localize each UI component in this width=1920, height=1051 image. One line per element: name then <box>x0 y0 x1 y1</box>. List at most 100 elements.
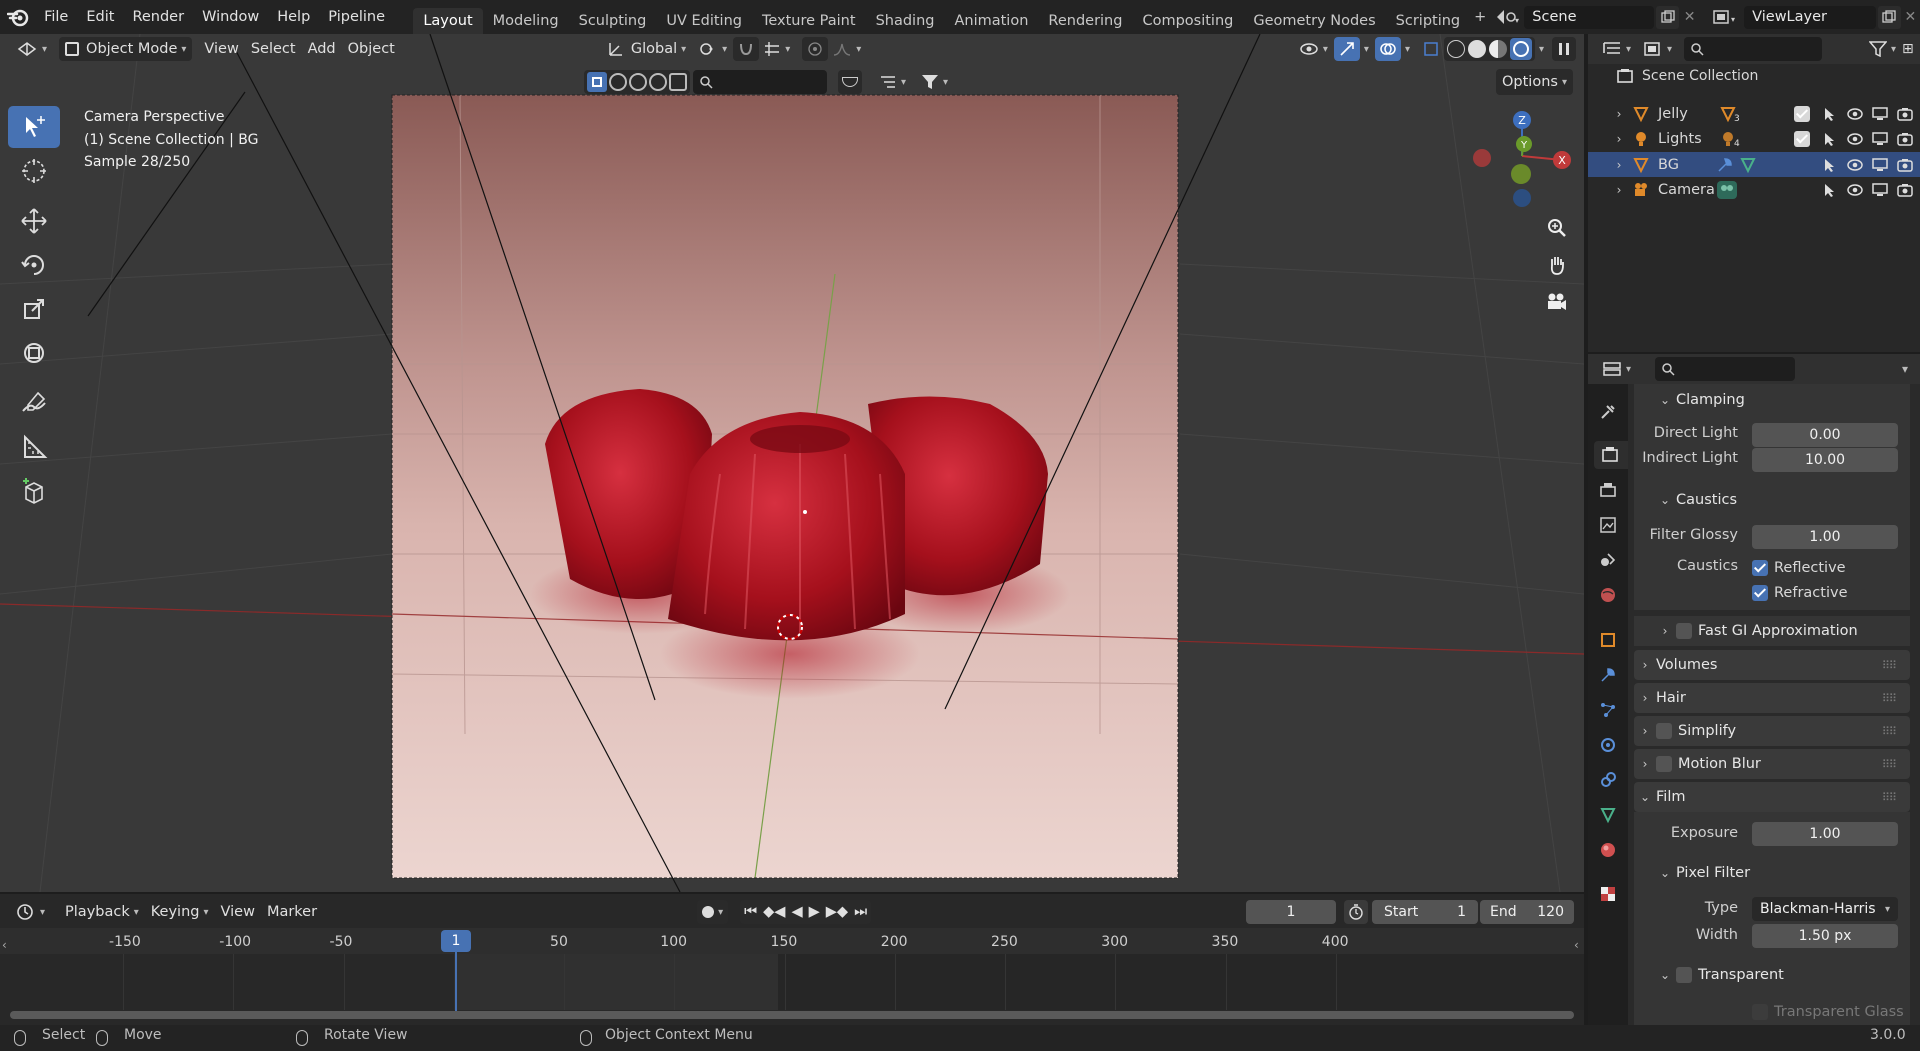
xray-toggle-icon[interactable] <box>1418 37 1444 61</box>
properties-editor-type-dropdown[interactable]: ▾ <box>1596 357 1637 381</box>
drag-handle-icon[interactable]: ⠿⠿ <box>1882 692 1897 705</box>
material-shading-icon[interactable] <box>1488 40 1507 58</box>
snap-target-icon[interactable]: ▾ <box>759 37 794 61</box>
film-panel-header[interactable]: ⌄ Film ⠿⠿ <box>1634 782 1910 812</box>
camera-view-icon[interactable] <box>1540 285 1574 319</box>
drag-handle-icon[interactable]: ⠿⠿ <box>1882 659 1897 672</box>
transform-orientation-dropdown[interactable]: Global ▾ <box>601 37 692 61</box>
rendered-shading-icon[interactable] <box>1509 38 1532 60</box>
transparent-subpanel-header[interactable]: ⌄ Transparent <box>1654 964 1784 986</box>
eye-icon[interactable] <box>1845 183 1865 197</box>
annotate-tool[interactable] <box>8 382 60 424</box>
falloff-icon[interactable]: ▾ <box>828 37 865 61</box>
menu-render[interactable]: Render <box>123 9 193 25</box>
tab-texture-paint[interactable]: Texture Paint <box>752 8 866 34</box>
tool-tab-icon[interactable] <box>1594 398 1622 426</box>
new-view-layer-icon[interactable] <box>1877 5 1901 29</box>
next-keyframe-icon[interactable]: ▶◆ <box>826 904 848 920</box>
drag-handle-icon[interactable]: ⠿⠿ <box>1882 725 1897 738</box>
frame-start-field[interactable]: Start 1 <box>1372 900 1478 924</box>
timeline-menu-marker[interactable]: Marker <box>261 900 323 924</box>
zoom-view-icon[interactable] <box>1540 211 1574 245</box>
select-arrow-icon[interactable] <box>1820 106 1840 122</box>
timeline-menu-view[interactable]: View <box>215 900 261 924</box>
display-mode-dropdown[interactable]: ▾ <box>1637 37 1678 61</box>
scene-collection-row[interactable]: Scene Collection <box>1616 68 1758 84</box>
data-tab-icon[interactable] <box>1594 801 1622 829</box>
filter-width-field[interactable]: 1.50 px <box>1752 924 1898 948</box>
view-layer-tab-icon[interactable] <box>1594 511 1622 539</box>
outliner-row-bg[interactable]: › BG <box>1588 152 1920 177</box>
transparent-checkbox[interactable] <box>1676 967 1692 983</box>
motion-blur-panel-header[interactable]: › Motion Blur ⠿⠿ <box>1634 749 1910 779</box>
scale-tool[interactable] <box>8 288 60 330</box>
outliner-editor-type-dropdown[interactable]: ▾ <box>1596 37 1637 61</box>
funnel-filter-icon[interactable]: ▾ <box>915 70 954 94</box>
material-tab-icon[interactable] <box>1594 836 1622 864</box>
snap-toggle-icon[interactable] <box>733 37 760 61</box>
eye-icon[interactable] <box>1845 107 1865 121</box>
simplify-panel-header[interactable]: › Simplify ⠿⠿ <box>1634 716 1910 746</box>
select-arrow-icon[interactable] <box>1820 182 1840 198</box>
monitor-icon[interactable] <box>1870 132 1890 146</box>
timeline-menu-keying[interactable]: Keying ▾ <box>145 900 215 924</box>
transform-tool[interactable] <box>8 332 60 374</box>
tab-compositing[interactable]: Compositing <box>1132 8 1243 34</box>
transparent-glass-checkbox[interactable]: Transparent Glass <box>1752 1002 1904 1022</box>
reflective-checkbox[interactable]: Reflective <box>1752 558 1846 578</box>
fast-gi-subpanel-header[interactable]: › Fast GI Approximation <box>1654 620 1858 642</box>
blender-logo-icon[interactable] <box>0 7 35 27</box>
properties-search-field[interactable] <box>1655 357 1796 381</box>
viewport-search-field[interactable] <box>693 70 827 94</box>
modifier-tab-icon[interactable] <box>1594 661 1622 689</box>
pixel-filter-subpanel-header[interactable]: ⌄ Pixel Filter <box>1654 862 1750 884</box>
rotate-tool[interactable] <box>8 244 60 286</box>
outliner-row-lights[interactable]: › Lights 4 <box>1588 127 1920 152</box>
outliner-filter-icon[interactable]: ▾ <box>1863 37 1902 61</box>
exclude-checkbox[interactable] <box>1794 131 1810 147</box>
select-intersect-icon[interactable] <box>669 73 687 91</box>
play-icon[interactable]: ▶ <box>809 904 820 920</box>
measure-tool[interactable] <box>8 426 60 468</box>
gizmo-dropdown-caret[interactable]: ▾ <box>1364 44 1369 55</box>
direct-light-field[interactable]: 0.00 <box>1752 423 1898 447</box>
select-subtract-icon[interactable] <box>629 73 647 91</box>
hair-panel-header[interactable]: › Hair ⠿⠿ <box>1634 683 1910 713</box>
outliner-search-field[interactable] <box>1684 37 1823 61</box>
mode-dropdown[interactable]: Object Mode ▾ <box>59 37 193 61</box>
clamping-subpanel-header[interactable]: ⌄ Clamping <box>1654 389 1745 411</box>
eye-icon[interactable] <box>1845 158 1865 172</box>
timeline-editor-type-dropdown[interactable]: ▾ <box>10 900 51 924</box>
chevron-right-icon[interactable]: › <box>1610 132 1628 146</box>
select-arrow-icon[interactable] <box>1820 157 1840 173</box>
proportional-edit-icon[interactable] <box>802 37 829 61</box>
outliner-row-camera[interactable]: › Camera <box>1588 178 1920 203</box>
tab-scripting[interactable]: Scripting <box>1386 8 1470 34</box>
editor-type-dropdown[interactable]: ▾ <box>10 37 53 61</box>
move-tool[interactable] <box>8 200 60 242</box>
navigation-gizmo[interactable]: Z Y X <box>1466 106 1578 210</box>
select-new-icon[interactable] <box>587 72 607 92</box>
motion-blur-checkbox[interactable] <box>1656 756 1672 772</box>
tab-geometry-nodes[interactable]: Geometry Nodes <box>1243 8 1385 34</box>
refractive-checkbox[interactable]: Refractive <box>1752 583 1847 603</box>
pause-render-button[interactable] <box>1552 37 1576 61</box>
monitor-icon[interactable] <box>1870 157 1890 172</box>
object-tab-icon[interactable] <box>1594 626 1622 654</box>
timeline-menu-playback[interactable]: Playback ▾ <box>59 900 145 924</box>
tab-uv-editing[interactable]: UV Editing <box>656 8 752 34</box>
cursor-tool[interactable] <box>8 150 60 192</box>
preview-range-icon[interactable] <box>1344 900 1368 924</box>
exposure-field[interactable]: 1.00 <box>1752 822 1898 846</box>
menu-window[interactable]: Window <box>193 9 268 25</box>
monitor-icon[interactable] <box>1870 106 1890 121</box>
timeline-scrollbar[interactable] <box>10 1011 1574 1019</box>
new-collection-icon[interactable]: ⊞ <box>1902 41 1920 57</box>
world-tab-icon[interactable] <box>1594 581 1622 609</box>
tab-shading[interactable]: Shading <box>866 8 945 34</box>
output-tab-icon[interactable] <box>1594 476 1622 504</box>
physics-tab-icon[interactable] <box>1594 731 1622 759</box>
playhead-marker[interactable]: 1 <box>441 930 471 952</box>
indirect-light-field[interactable]: 10.00 <box>1752 448 1898 472</box>
visibility-dropdown[interactable]: ▾ <box>1293 37 1334 61</box>
